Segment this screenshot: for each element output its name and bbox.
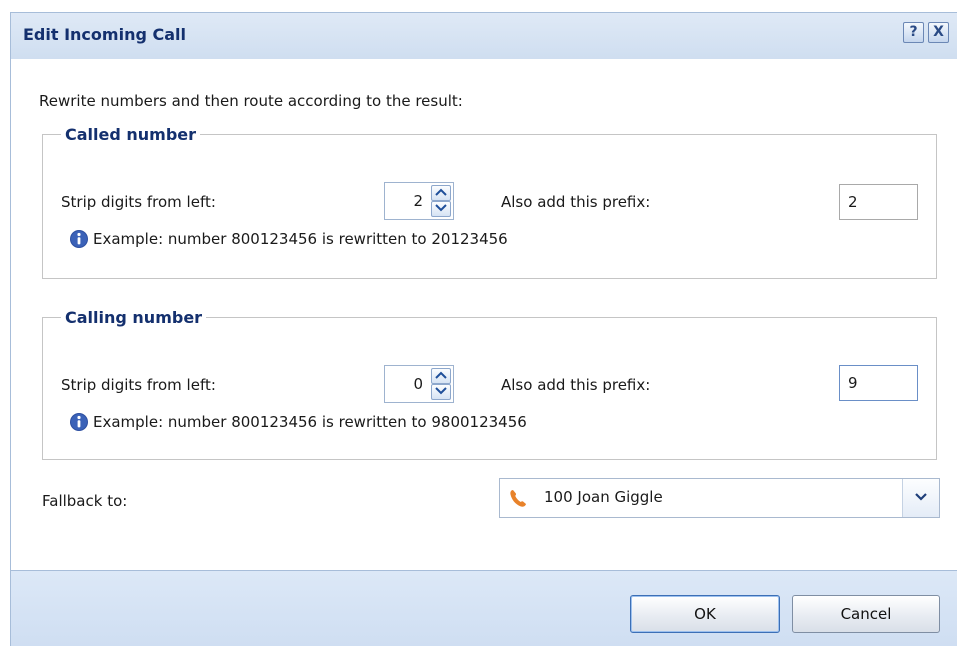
- dialog-body: Rewrite numbers and then route according…: [10, 59, 957, 571]
- calling-strip-spinner[interactable]: 0: [384, 365, 454, 403]
- spinner-down-arrow-icon[interactable]: [431, 201, 451, 217]
- dialog-titlebar[interactable]: Edit Incoming Call ? X: [10, 12, 957, 59]
- intro-text: Rewrite numbers and then route according…: [39, 92, 463, 110]
- edit-incoming-call-dialog: Edit Incoming Call ? X Rewrite numbers a…: [0, 0, 957, 646]
- cancel-button[interactable]: Cancel: [792, 595, 940, 633]
- called-example-text: Example: number 800123456 is rewritten t…: [93, 230, 508, 248]
- spinner-up-arrow-icon[interactable]: [431, 368, 451, 384]
- dropdown-toggle[interactable]: [902, 479, 939, 517]
- spinner-up-arrow-icon[interactable]: [431, 185, 451, 201]
- calling-prefix-input[interactable]: 9: [839, 365, 918, 401]
- called-number-group: Called number Strip digits from left: 2 …: [42, 125, 937, 279]
- calling-prefix-value[interactable]: 9: [848, 374, 858, 392]
- info-icon: [70, 413, 88, 431]
- spinner-down-arrow-icon[interactable]: [431, 384, 451, 400]
- called-prefix-value[interactable]: 2: [848, 193, 858, 211]
- called-prefix-input[interactable]: 2: [839, 184, 918, 220]
- phone-icon: [510, 490, 526, 507]
- calling-strip-value[interactable]: 0: [413, 375, 423, 393]
- called-prefix-label: Also add this prefix:: [501, 193, 651, 211]
- called-strip-label: Strip digits from left:: [61, 193, 216, 211]
- called-strip-spinner[interactable]: 2: [384, 182, 454, 220]
- fallback-select[interactable]: 100 Joan Giggle: [499, 478, 940, 518]
- ok-button[interactable]: OK: [630, 595, 780, 633]
- dialog-footer: OK Cancel: [10, 571, 957, 646]
- calling-prefix-label: Also add this prefix:: [501, 376, 651, 394]
- spinner-buttons: [429, 368, 451, 400]
- close-button[interactable]: X: [928, 22, 949, 43]
- calling-number-legend: Calling number: [65, 308, 203, 327]
- info-icon: [70, 230, 88, 248]
- spinner-buttons: [429, 185, 451, 217]
- called-number-legend: Called number: [65, 125, 197, 144]
- calling-example-text: Example: number 800123456 is rewritten t…: [93, 413, 527, 431]
- dialog-title: Edit Incoming Call: [23, 25, 186, 44]
- help-button[interactable]: ?: [903, 22, 924, 43]
- calling-number-group: Calling number Strip digits from left: 0…: [42, 308, 937, 460]
- chevron-down-icon: [915, 493, 927, 501]
- calling-strip-label: Strip digits from left:: [61, 376, 216, 394]
- fallback-selected-value: 100 Joan Giggle: [544, 488, 663, 506]
- called-strip-value[interactable]: 2: [413, 192, 423, 210]
- fallback-label: Fallback to:: [42, 492, 128, 510]
